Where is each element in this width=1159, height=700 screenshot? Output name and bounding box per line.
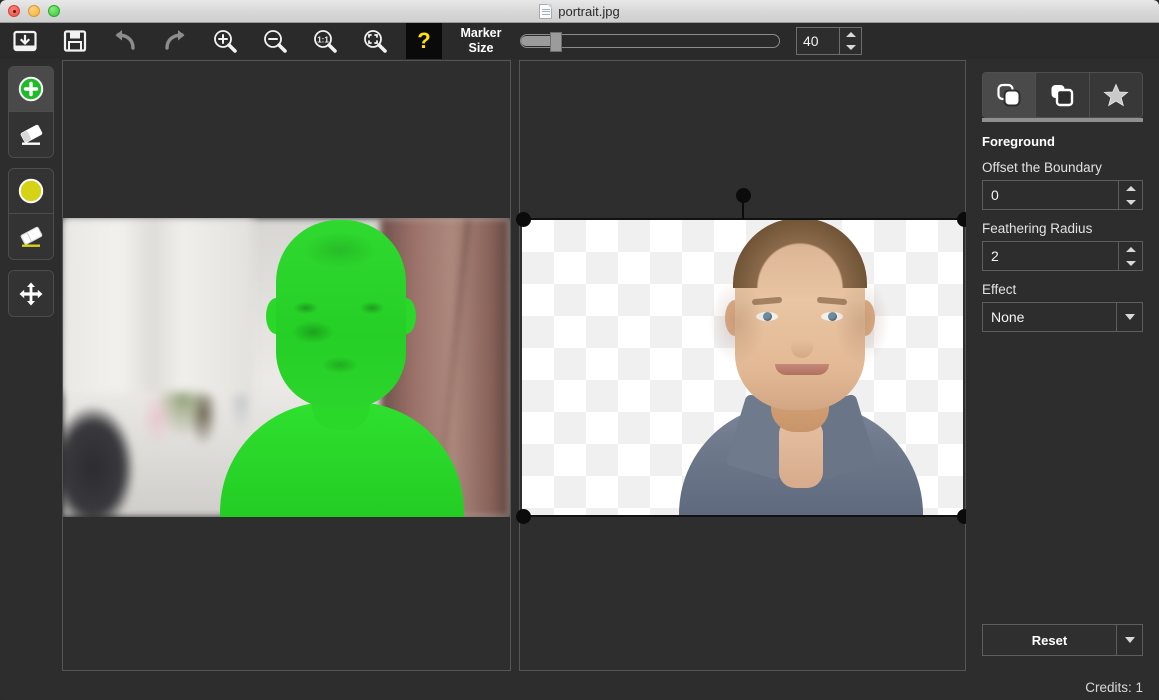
- zoom-in-button[interactable]: [200, 23, 250, 59]
- marker-size-stepper-arrows[interactable]: [840, 27, 862, 55]
- tab-background[interactable]: [1036, 73, 1089, 117]
- slider-thumb[interactable]: [550, 32, 562, 52]
- zoom-out-button[interactable]: [250, 23, 300, 59]
- feathering-radius-input[interactable]: 2: [982, 241, 1119, 271]
- properties-panel: Foreground Offset the Boundary 0 Feather…: [966, 60, 1159, 700]
- marker-size-label: Marker Size: [452, 26, 510, 56]
- offset-boundary-stepper[interactable]: 0: [982, 180, 1143, 210]
- eraser-yellow-icon: [17, 224, 45, 250]
- pan-tool[interactable]: [9, 271, 53, 316]
- selection-handle-top-center[interactable]: [736, 188, 751, 203]
- marker-size-stepper[interactable]: 40: [796, 27, 862, 55]
- yellow-circle-icon: [18, 178, 44, 204]
- redo-arrow-icon: [161, 28, 189, 54]
- feathering-radius-stepper[interactable]: 2: [982, 241, 1143, 271]
- tab-underline: [982, 118, 1143, 122]
- undo-arrow-icon: [111, 28, 139, 54]
- foreground-mask-overlay: [238, 220, 443, 517]
- chevron-down-icon: [1125, 314, 1135, 320]
- magnifier-fit-icon: [362, 28, 388, 54]
- layers-filled-icon: [995, 82, 1023, 108]
- stepper-up-icon[interactable]: [846, 32, 856, 37]
- source-image-with-mask[interactable]: [63, 218, 510, 517]
- stepper-up-icon[interactable]: [1126, 247, 1136, 252]
- zoom-fit-button[interactable]: [350, 23, 400, 59]
- mask-shading: [238, 220, 443, 517]
- reset-dropdown-toggle[interactable]: [1117, 624, 1143, 656]
- stepper-up-icon[interactable]: [1126, 186, 1136, 191]
- folder-download-icon: [12, 28, 38, 54]
- tab-foreground[interactable]: [983, 73, 1036, 117]
- cutout-preview[interactable]: [522, 218, 963, 517]
- main-toolbar: 1:1 ? Marker Size 40: [0, 23, 1159, 59]
- open-image-button[interactable]: [0, 23, 50, 59]
- minimize-button[interactable]: [28, 5, 40, 17]
- stepper-down-icon[interactable]: [846, 45, 856, 50]
- panel-title: Foreground: [982, 134, 1143, 149]
- subject-face-shading: [697, 222, 902, 517]
- selection-handle-bottom-left[interactable]: [516, 509, 531, 524]
- cutout-subject: [697, 222, 902, 517]
- stepper-down-icon[interactable]: [1126, 200, 1136, 205]
- feathering-radius-label: Feathering Radius: [982, 221, 1143, 236]
- star-icon: [1102, 82, 1130, 108]
- traffic-lights: [0, 5, 60, 17]
- help-button[interactable]: ?: [406, 23, 442, 59]
- offset-boundary-label: Offset the Boundary: [982, 160, 1143, 175]
- background-marker-tool[interactable]: [9, 169, 53, 214]
- undo-button[interactable]: [100, 23, 150, 59]
- background-eraser-tool[interactable]: [9, 214, 53, 259]
- pan-tool-group: [8, 270, 54, 317]
- effect-dropdown-toggle[interactable]: [1117, 302, 1143, 332]
- magnifier-minus-icon: [262, 28, 288, 54]
- document-icon: [539, 4, 552, 19]
- zoom-actual-size-button[interactable]: 1:1: [300, 23, 350, 59]
- svg-text:1:1: 1:1: [317, 36, 329, 45]
- close-button[interactable]: [8, 5, 20, 17]
- foreground-marker-tool[interactable]: [9, 67, 53, 112]
- tab-effects[interactable]: [1090, 73, 1142, 117]
- panel-tabs: [982, 72, 1143, 118]
- foreground-tool-group: [8, 66, 54, 158]
- floppy-disk-icon: [63, 29, 87, 53]
- source-canvas[interactable]: [62, 60, 511, 671]
- title-bar: portrait.jpg: [0, 0, 1159, 23]
- preview-canvas[interactable]: [519, 60, 966, 671]
- reset-button[interactable]: Reset: [982, 624, 1117, 656]
- selection-handle-top-left[interactable]: [516, 212, 531, 227]
- background-tool-group: [8, 168, 54, 260]
- marker-size-slider[interactable]: [520, 33, 780, 49]
- reset-row: Reset: [982, 624, 1143, 656]
- window-title-group: portrait.jpg: [0, 0, 1159, 23]
- green-plus-circle-icon: [18, 76, 44, 102]
- marker-size-input[interactable]: 40: [796, 27, 840, 55]
- foreground-eraser-tool[interactable]: [9, 112, 53, 157]
- stepper-down-icon[interactable]: [1126, 261, 1136, 266]
- redo-button[interactable]: [150, 23, 200, 59]
- layers-outline-icon: [1048, 82, 1076, 108]
- magnifier-plus-icon: [212, 28, 238, 54]
- background-buildings: [63, 218, 253, 393]
- app-window: portrait.jpg: [0, 0, 1159, 700]
- source-photo: [63, 218, 510, 517]
- effect-label: Effect: [982, 282, 1143, 297]
- magnifier-one-to-one-icon: 1:1: [312, 28, 338, 54]
- handle-stem-top: [742, 201, 744, 219]
- feathering-radius-stepper-arrows[interactable]: [1119, 241, 1143, 271]
- tool-rail: [8, 66, 54, 327]
- chevron-down-icon: [1125, 637, 1135, 643]
- effect-dropdown[interactable]: None: [982, 302, 1143, 332]
- credits-label: Credits: 1: [1085, 680, 1143, 695]
- move-arrows-icon: [18, 281, 44, 307]
- window-title: portrait.jpg: [558, 4, 619, 19]
- eraser-white-icon: [17, 122, 45, 148]
- offset-boundary-input[interactable]: 0: [982, 180, 1119, 210]
- save-button[interactable]: [50, 23, 100, 59]
- maximize-button[interactable]: [48, 5, 60, 17]
- effect-value[interactable]: None: [982, 302, 1117, 332]
- offset-boundary-stepper-arrows[interactable]: [1119, 180, 1143, 210]
